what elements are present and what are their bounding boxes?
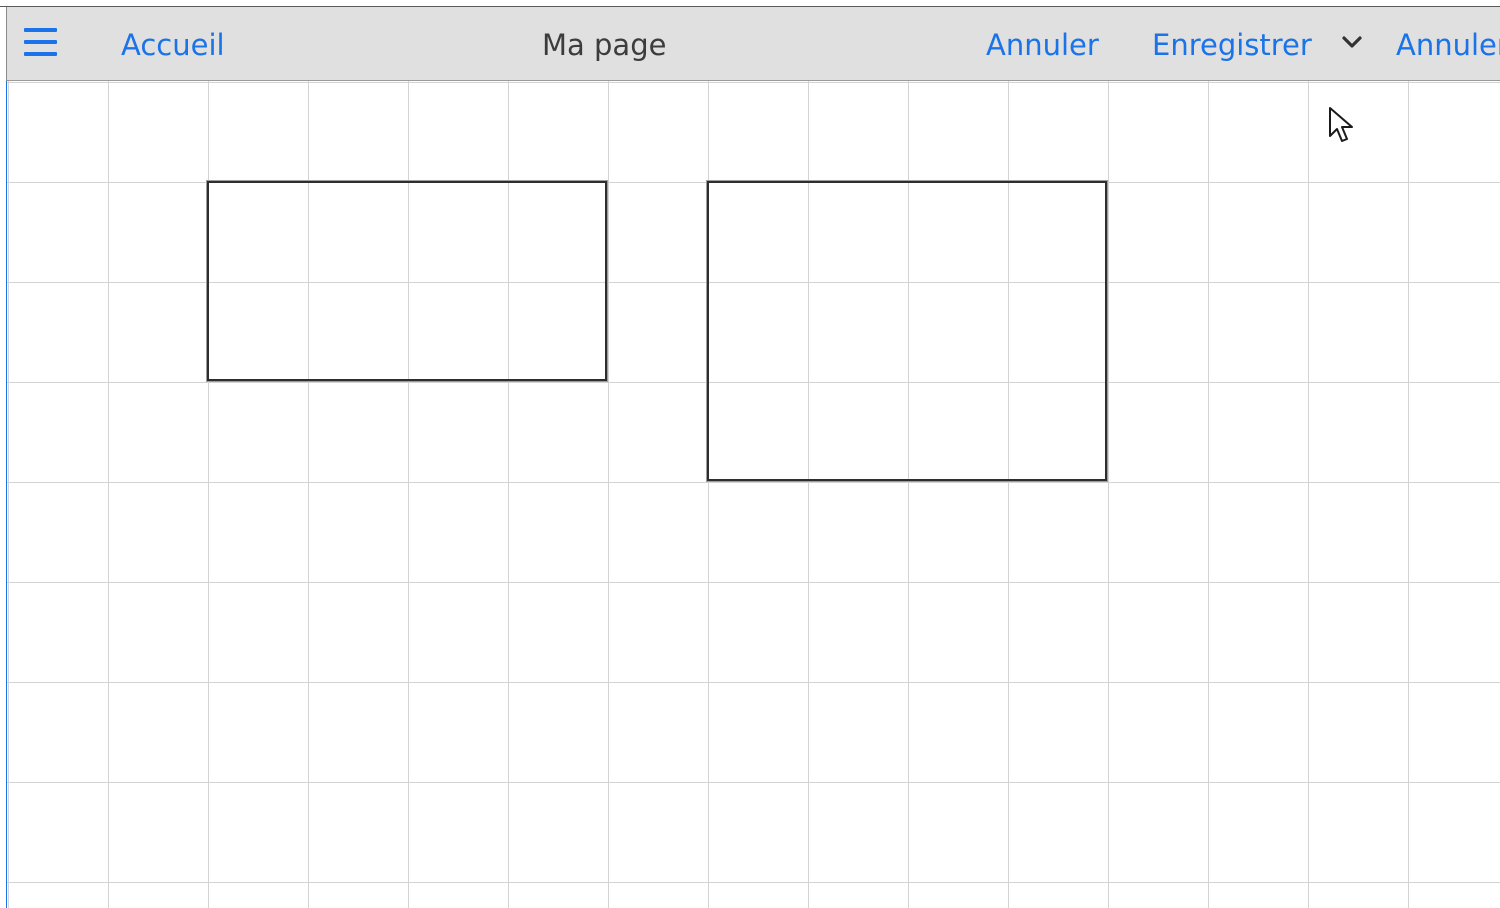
menu-bar-line — [24, 28, 57, 32]
hamburger-menu-icon[interactable] — [22, 27, 58, 61]
home-link[interactable]: Accueil — [121, 27, 225, 63]
toolbar: Accueil Ma page Annuler Enregistrer Annu… — [6, 7, 1500, 81]
cancel-button-secondary[interactable]: Annuler — [1396, 27, 1500, 63]
menu-bar-line — [24, 40, 57, 44]
rectangle-shape[interactable] — [706, 180, 1108, 482]
chevron-down-icon[interactable] — [1340, 33, 1364, 53]
drawing-canvas[interactable] — [6, 81, 1500, 908]
save-button[interactable]: Enregistrer — [1152, 27, 1312, 63]
cancel-button[interactable]: Annuler — [986, 27, 1099, 63]
rectangle-shape[interactable] — [206, 180, 608, 382]
menu-bar-line — [24, 52, 57, 56]
app-window: Accueil Ma page Annuler Enregistrer Annu… — [0, 0, 1500, 908]
toolbar-left-edge — [6, 7, 7, 81]
page-title: Ma page — [542, 28, 667, 62]
